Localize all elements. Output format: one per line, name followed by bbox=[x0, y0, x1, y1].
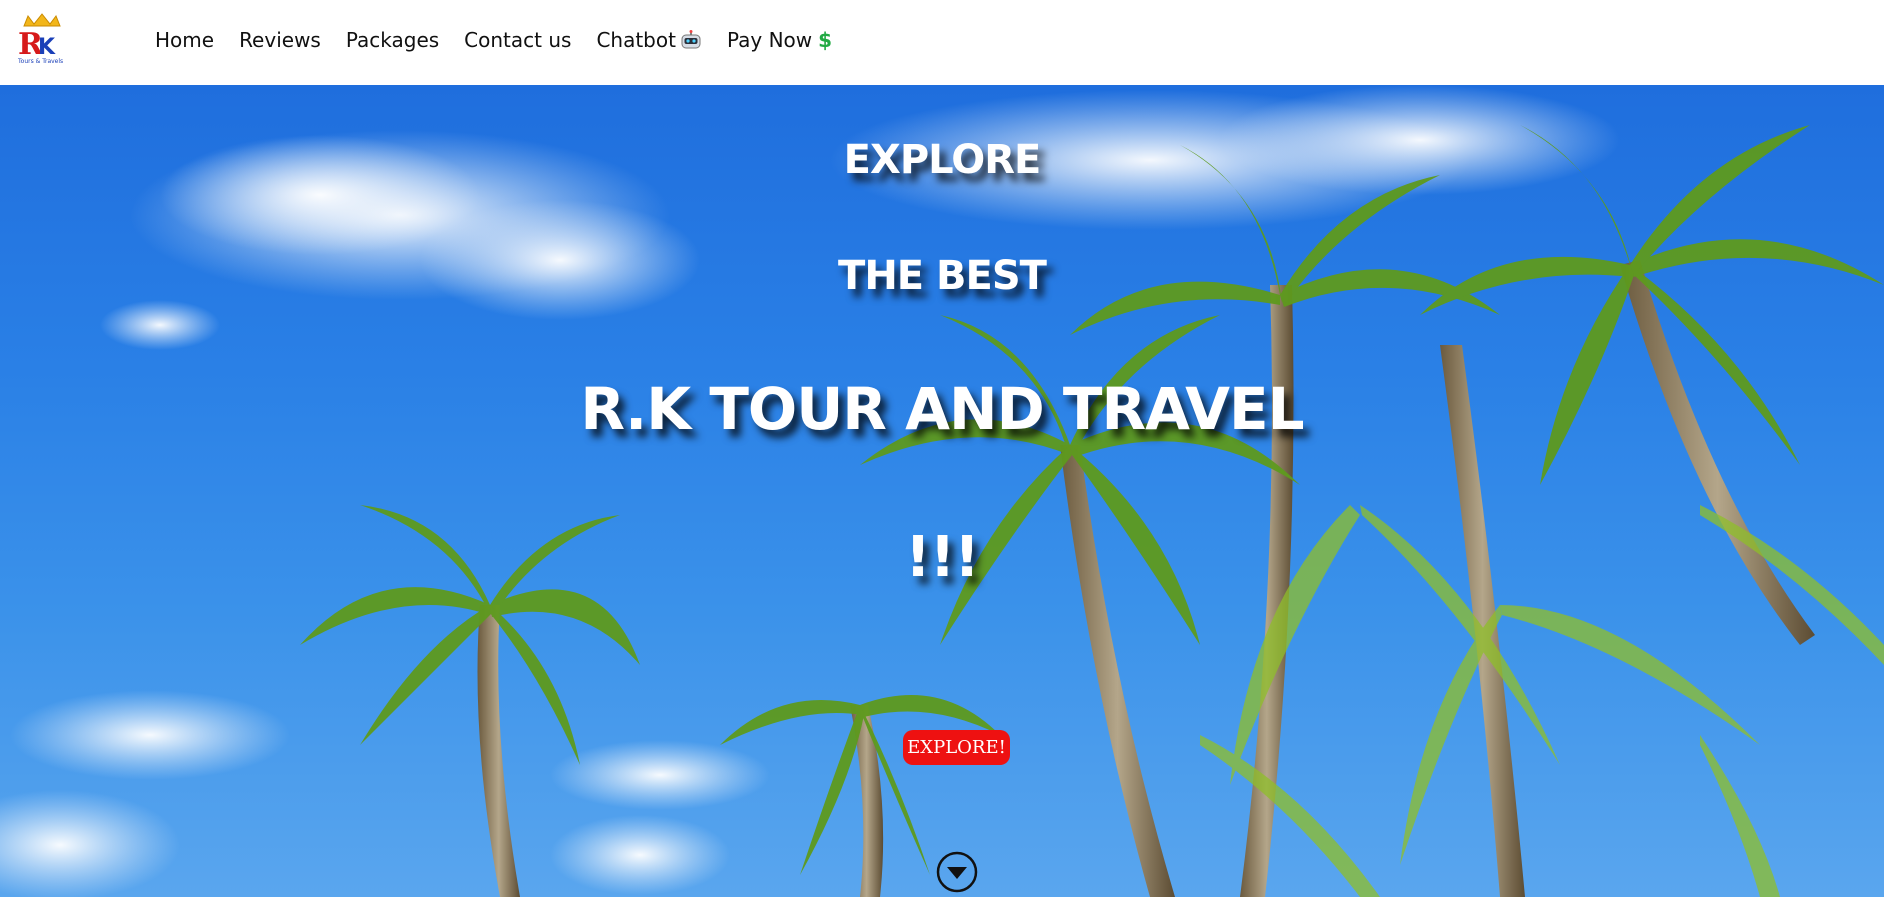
nav-pay-now-label: Pay Now bbox=[726, 28, 813, 52]
nav-contact-label: Contact us bbox=[464, 28, 572, 52]
nav-packages-label: Packages bbox=[345, 28, 440, 52]
explore-button[interactable]: EXPLORE! bbox=[903, 730, 1010, 765]
dollar-icon: $ bbox=[818, 28, 833, 52]
svg-text:K: K bbox=[38, 35, 56, 60]
hero-line-the-best: THE BEST bbox=[838, 253, 1047, 299]
nav-home-label: Home bbox=[155, 28, 215, 52]
chevron-down-circle-icon[interactable] bbox=[935, 850, 979, 894]
palm-beach-background-image bbox=[0, 85, 1884, 897]
nav-chatbot-link[interactable]: Chatbot bbox=[596, 28, 702, 52]
nav-chatbot-label: Chatbot bbox=[596, 28, 676, 52]
rk-logo-icon[interactable]: R K Tours & Travels bbox=[14, 12, 70, 66]
hero-title: R.K TOUR AND TRAVEL bbox=[580, 375, 1304, 443]
hero-banner: EXPLORE THE BEST R.K TOUR AND TRAVEL !!!… bbox=[0, 85, 1884, 897]
hero-line-explore: EXPLORE bbox=[843, 137, 1042, 183]
top-navbar: R K Tours & Travels Home Reviews Package… bbox=[0, 0, 1884, 85]
nav-reviews-link[interactable]: Reviews bbox=[239, 28, 321, 52]
hero-exclamations: !!! bbox=[905, 525, 980, 590]
nav-reviews-label: Reviews bbox=[239, 28, 321, 52]
robot-icon bbox=[680, 30, 702, 50]
nav-pay-now-link[interactable]: Pay Now $ bbox=[727, 28, 832, 52]
nav-home-link[interactable]: Home bbox=[155, 28, 214, 52]
nav-packages-link[interactable]: Packages bbox=[346, 28, 439, 52]
svg-text:Tours & Travels: Tours & Travels bbox=[17, 58, 63, 65]
nav-contact-link[interactable]: Contact us bbox=[464, 28, 571, 52]
nav-links: Home Reviews Packages Contact us Chatbot… bbox=[155, 0, 857, 80]
